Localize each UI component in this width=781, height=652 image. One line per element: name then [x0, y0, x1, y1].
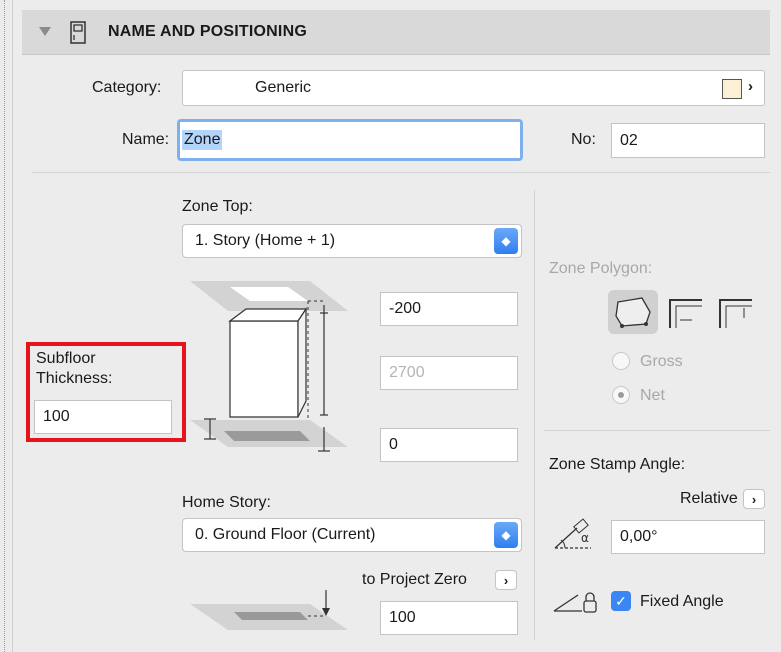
subfloor-thickness-input[interactable]: 100: [34, 400, 172, 434]
net-label: Net: [640, 387, 665, 404]
zone-height-diagram-icon: [190, 281, 348, 452]
gross-radio[interactable]: [612, 352, 630, 370]
fixed-angle-label: Fixed Angle: [640, 593, 724, 610]
fixed-angle-lock-icon: [553, 592, 597, 613]
reference-chevron-button[interactable]: ›: [495, 570, 517, 590]
chevron-right-icon[interactable]: ›: [748, 78, 753, 95]
fixed-angle-checkbox[interactable]: ✓: [611, 591, 631, 611]
zone-top-select[interactable]: 1. Story (Home + 1): [182, 224, 522, 258]
angle-mode-chevron-button[interactable]: ›: [743, 489, 765, 509]
home-story-label: Home Story:: [182, 494, 271, 511]
zone-tag-icon: [70, 21, 86, 44]
zone-height-input: 2700: [380, 356, 518, 390]
polygon-outer-icon[interactable]: [716, 296, 756, 330]
name-value: Zone: [182, 130, 223, 150]
zone-top-selected: 1. Story (Home + 1): [195, 232, 336, 249]
category-value: Generic: [255, 79, 312, 96]
zone-polygon-label: Zone Polygon:: [549, 260, 653, 277]
zone-height-value: 2700: [389, 364, 425, 381]
zone-top-label: Zone Top:: [182, 198, 253, 215]
zone-top-stepper-icon[interactable]: ◆: [494, 228, 518, 254]
left-border: [12, 0, 13, 652]
reference-label: to Project Zero: [362, 571, 467, 588]
vertical-divider: [534, 190, 535, 640]
number-input[interactable]: 02: [611, 123, 765, 158]
category-field[interactable]: Generic: [182, 70, 765, 106]
subfloor-label-line1: Subfloor: [36, 350, 96, 367]
net-radio[interactable]: [612, 386, 630, 404]
category-color-swatch[interactable]: [722, 79, 742, 99]
zone-top-offset-input[interactable]: -200: [380, 292, 518, 326]
angle-mode-label: Relative: [680, 490, 738, 507]
panel-title: NAME AND POSITIONING: [108, 23, 307, 40]
collapse-triangle-icon[interactable]: [39, 27, 51, 36]
zone-stamp-angle-label: Zone Stamp Angle:: [549, 456, 686, 473]
left-edge-divider: [4, 0, 5, 652]
reference-value-input[interactable]: 100: [380, 601, 518, 635]
subfloor-label-line2: Thickness:: [36, 370, 113, 387]
zone-bottom-offset-value: 0: [389, 436, 398, 453]
stamp-angle-icon: α: [554, 518, 591, 549]
number-value: 02: [620, 131, 638, 149]
gross-label: Gross: [640, 353, 683, 370]
subfloor-thickness-value: 100: [43, 408, 70, 425]
name-label: Name:: [122, 131, 170, 148]
zone-top-offset-value: -200: [389, 300, 422, 317]
home-story-select[interactable]: 0. Ground Floor (Current): [182, 518, 522, 552]
right-divider: [544, 430, 770, 431]
home-story-stepper-icon[interactable]: ◆: [494, 522, 518, 548]
horizontal-divider: [32, 172, 770, 173]
number-label: No:: [571, 131, 596, 148]
name-input[interactable]: Zone: [180, 122, 520, 158]
stamp-angle-value: 0,00°: [620, 528, 658, 545]
svg-text:α: α: [581, 531, 589, 545]
stamp-angle-input[interactable]: 0,00°: [611, 520, 765, 554]
polygon-inner-icon[interactable]: [666, 296, 706, 330]
home-story-selected: 0. Ground Floor (Current): [195, 526, 376, 543]
project-zero-diagram-icon: [190, 590, 348, 630]
category-label: Category:: [92, 79, 162, 96]
reference-value: 100: [389, 609, 416, 626]
polygon-shape-icon: [615, 297, 651, 328]
zone-bottom-offset-input[interactable]: 0: [380, 428, 518, 462]
